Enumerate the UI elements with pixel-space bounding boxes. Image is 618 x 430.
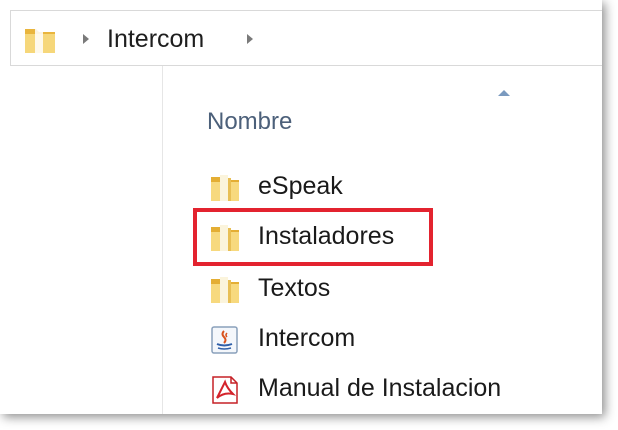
chevron-right-icon[interactable] (83, 34, 89, 44)
breadcrumb-item-intercom[interactable]: Intercom (107, 25, 204, 54)
list-item-textos[interactable]: Textos (210, 272, 590, 308)
list-item-manual-de-instalacion[interactable]: Manual de Instalacion (210, 372, 590, 408)
chevron-right-icon[interactable] (247, 34, 253, 44)
folder-icon (211, 175, 239, 201)
column-header-name[interactable]: Nombre (207, 108, 292, 136)
list-item-intercom[interactable]: Intercom (210, 322, 590, 358)
file-name: Intercom (258, 324, 356, 352)
file-name: Manual de Instalacion (258, 374, 502, 402)
column-divider (162, 66, 163, 414)
file-name: eSpeak (258, 172, 343, 200)
highlight-box (193, 208, 433, 266)
folder-icon (211, 277, 239, 303)
explorer-window: Intercom Nombre eSpeak Instaladores Text… (0, 0, 602, 414)
pdf-icon (212, 376, 238, 404)
address-bar[interactable]: Intercom (10, 10, 602, 66)
sort-ascending-icon[interactable] (498, 90, 510, 96)
java-jar-icon (211, 326, 238, 354)
folder-icon (25, 27, 55, 53)
list-item-espeak[interactable]: eSpeak (210, 170, 590, 206)
file-name: Textos (258, 274, 331, 302)
